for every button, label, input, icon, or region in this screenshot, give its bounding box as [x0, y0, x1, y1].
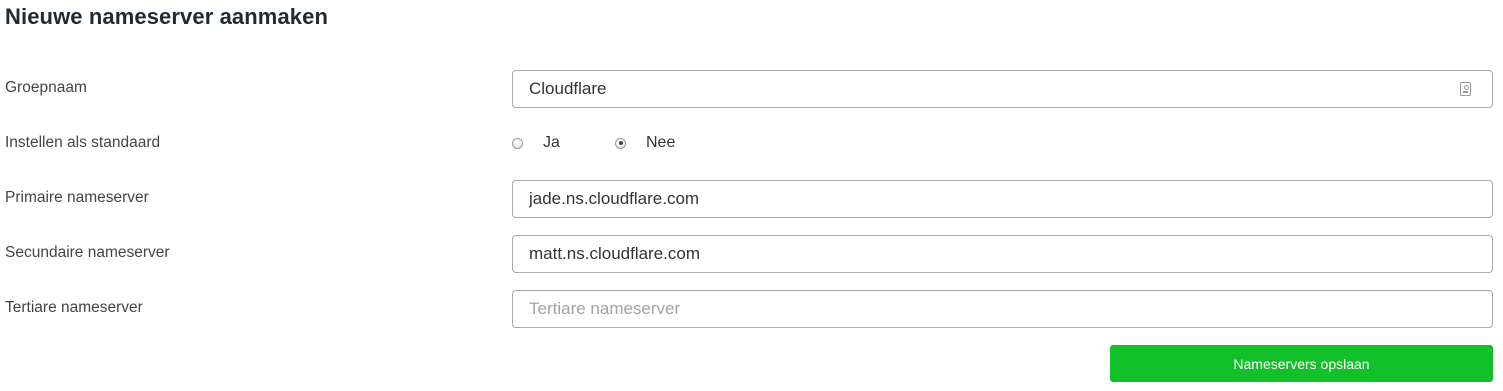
radio-nee-button[interactable] [615, 137, 626, 149]
set-default-label: Instellen als standaard [5, 134, 161, 151]
primary-nameserver-field[interactable] [512, 180, 1493, 218]
contact-card-icon[interactable] [1460, 82, 1471, 96]
tertiary-nameserver-field[interactable] [512, 290, 1493, 328]
radio-option-nee[interactable]: Nee [615, 134, 675, 152]
save-nameservers-button[interactable]: Nameservers opslaan [1110, 345, 1493, 382]
secondary-nameserver-label: Secundaire nameserver [5, 244, 170, 261]
tertiary-nameserver-input[interactable] [513, 291, 1492, 327]
group-name-input[interactable] [513, 71, 1492, 107]
primary-nameserver-input[interactable] [513, 181, 1492, 217]
page-title: Nieuwe nameserver aanmaken [5, 4, 328, 29]
group-name-field[interactable] [512, 70, 1493, 108]
radio-option-ja[interactable]: Ja [512, 134, 560, 152]
radio-ja-button[interactable] [512, 137, 523, 149]
secondary-nameserver-input[interactable] [513, 236, 1492, 272]
group-name-label: Groepnaam [5, 79, 87, 96]
radio-ja-label: Ja [543, 134, 560, 151]
primary-nameserver-label: Primaire nameserver [5, 189, 149, 206]
secondary-nameserver-field[interactable] [512, 235, 1493, 273]
radio-nee-label: Nee [646, 134, 676, 151]
tertiary-nameserver-label: Tertiare nameserver [5, 299, 143, 316]
